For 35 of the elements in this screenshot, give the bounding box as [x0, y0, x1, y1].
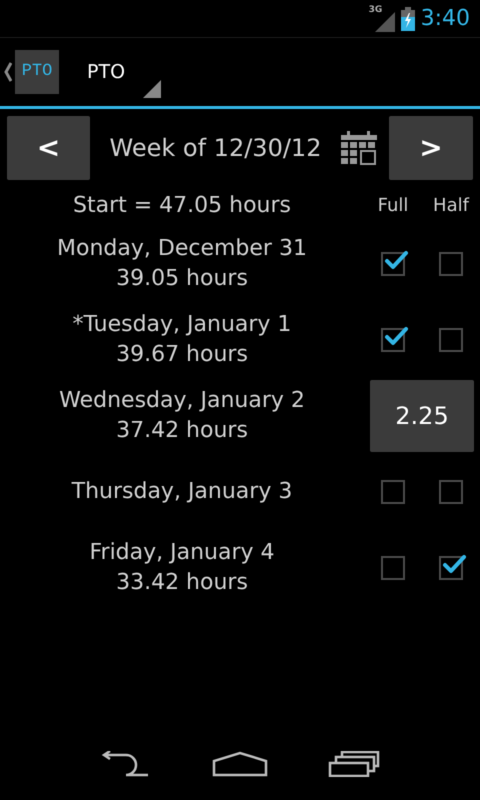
previous-week-button[interactable]: < [7, 116, 90, 180]
check-icon [383, 324, 409, 348]
full-header: Full [376, 194, 410, 218]
checkbox[interactable] [439, 252, 463, 276]
day-name: Friday, January 4 [89, 539, 275, 567]
week-label: Week of 12/30/12 [108, 133, 322, 164]
signal-icon [374, 12, 395, 32]
recent-apps-icon[interactable] [328, 751, 380, 777]
day-name: *Tuesday, January 1 [72, 311, 292, 339]
start-hours: Start = 47.05 hours [72, 192, 292, 220]
network-type: 3G [368, 6, 382, 14]
amount-button[interactable]: 2.25 [370, 380, 474, 452]
app-up-button[interactable]: PTO [4, 50, 59, 94]
day-hours: 39.67 hours [116, 341, 248, 369]
day-hours: 39.05 hours [116, 265, 248, 293]
checkbox[interactable] [381, 480, 405, 504]
next-week-button[interactable]: > [389, 116, 473, 180]
checkbox[interactable] [439, 328, 463, 352]
check-icon [383, 248, 409, 272]
home-icon[interactable] [212, 751, 268, 777]
day-hours: 37.42 hours [116, 417, 248, 445]
app-icon: PTO [15, 50, 59, 94]
day-hours: 33.42 hours [116, 569, 248, 597]
clock: 3:40 [420, 5, 470, 33]
up-caret-icon [4, 62, 12, 82]
day-name: Monday, December 31 [57, 235, 307, 263]
day-name: Wednesday, January 2 [59, 387, 305, 415]
calendar-icon[interactable] [341, 131, 377, 165]
checkbox[interactable] [439, 480, 463, 504]
half-header: Half [432, 194, 470, 218]
day-name: Thursday, January 3 [72, 478, 292, 506]
title-spinner[interactable]: PTO [87, 46, 161, 98]
checkbox[interactable] [381, 556, 405, 580]
battery-icon [400, 6, 415, 30]
check-icon [441, 552, 467, 576]
